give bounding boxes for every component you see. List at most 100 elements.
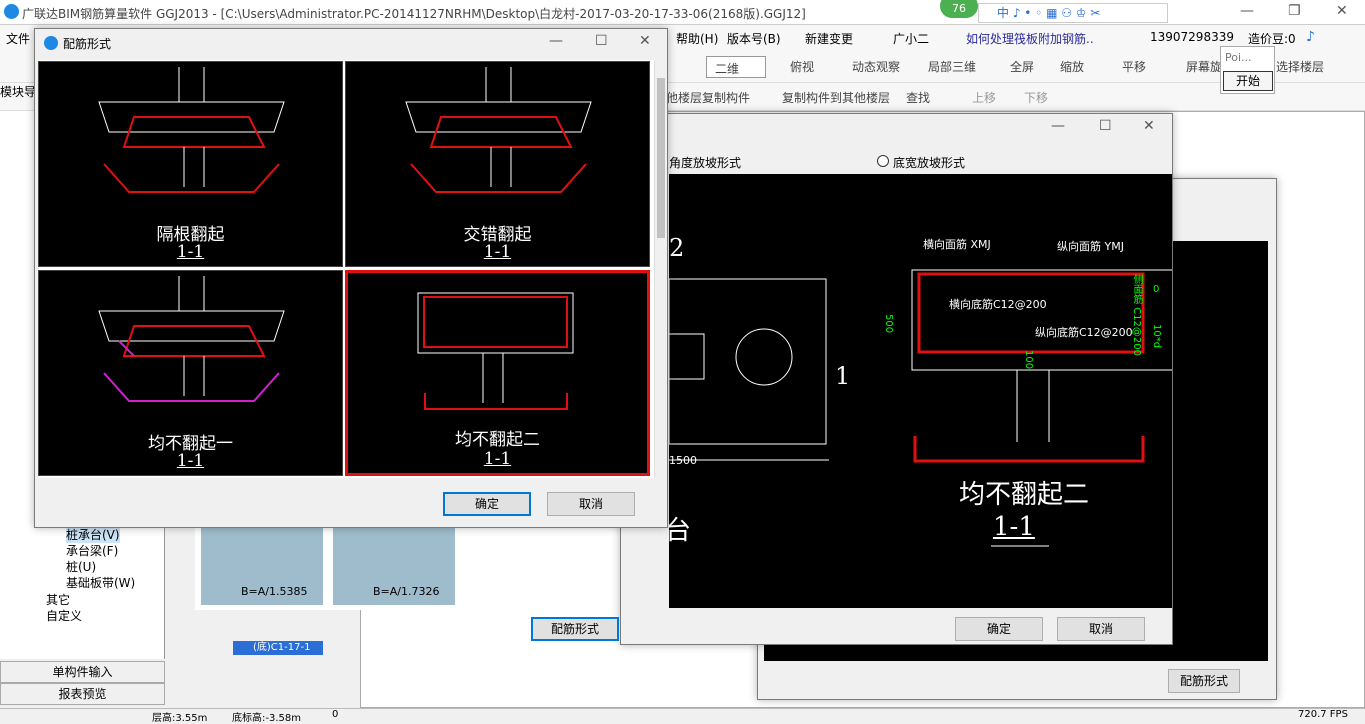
close-icon[interactable]: ✕ xyxy=(1336,3,1348,19)
dialog2-close-icon[interactable]: ✕ xyxy=(1143,118,1155,134)
fullscreen-button[interactable]: 全屏 xyxy=(1010,58,1034,75)
width-slope-radio[interactable] xyxy=(877,155,889,167)
dim-100: 100 xyxy=(1023,350,1034,370)
form-option-no-bend-2[interactable]: 均不翻起二 1-1 xyxy=(345,270,650,476)
dialog2-minimize-icon[interactable]: — xyxy=(1051,118,1065,134)
window-titlebar: 广联达BIM钢筋算量软件 GGJ2013 - [C:\Users\Adminis… xyxy=(0,0,1365,25)
zoom-button[interactable]: 缩放 xyxy=(1060,58,1084,75)
thumb-a-caption: B=A/1.5385 xyxy=(241,585,308,598)
rebar-form-dialog: 配筋形式 — ☐ ✕ 隔根翻起 1-1 交错翻起 1-1 均不翻起一 1-1 均… xyxy=(34,28,668,528)
view-2d-select[interactable]: 二维 xyxy=(706,56,766,78)
restore-icon[interactable]: ❐ xyxy=(1288,3,1301,19)
form-section-2: 1-1 xyxy=(483,242,512,262)
floor-height: 层高:3.55m xyxy=(152,713,208,724)
dialog-title: 配筋形式 xyxy=(63,37,112,51)
slope-cancel-button[interactable]: 取消 xyxy=(1057,617,1145,641)
score-badge[interactable]: 76 xyxy=(940,0,978,18)
local-3d-button[interactable]: 局部三维 xyxy=(928,58,976,75)
width-slope-option[interactable]: 底宽放坡形式 xyxy=(893,154,965,171)
tree-item-custom[interactable]: 自定义 xyxy=(46,607,82,624)
form-drawing-4 xyxy=(417,292,574,410)
slope-ok-button[interactable]: 确定 xyxy=(955,617,1043,641)
form-section-3: 1-1 xyxy=(176,451,205,471)
dialog-minimize-icon[interactable]: — xyxy=(549,33,563,49)
preview-section: 1-1 xyxy=(993,512,1035,542)
single-input-button[interactable]: 单构件输入 xyxy=(0,661,165,683)
label-ymj: 纵向面筋 YMJ xyxy=(1057,240,1124,253)
app-title: 广联达BIM钢筋算量软件 GGJ2013 - [C:\Users\Adminis… xyxy=(22,7,806,21)
shape-thumbnails: B=A/1.5385 B=A/1.7326 xyxy=(195,525,485,610)
tree-item-pile[interactable]: 桩(U) xyxy=(66,558,96,575)
menu-guangxiaoer[interactable]: 广小二 xyxy=(893,30,929,47)
dynamic-view-button[interactable]: 动态观察 xyxy=(852,58,900,75)
menu-new-change[interactable]: 新建变更 xyxy=(805,30,853,47)
slope-cad-preview: 1500 1 2 矩形承台 横向面筋 XMJ 纵向面筋 YMJ 横向底筋C12@… xyxy=(669,174,1172,608)
tree-item-cap-beam[interactable]: 承台梁(F) xyxy=(66,542,118,559)
status-zero: 0 xyxy=(332,709,339,720)
move-down-button[interactable]: 下移 xyxy=(1024,89,1048,106)
dialog-maximize-icon[interactable]: ☐ xyxy=(595,33,608,49)
label-xdj: 横向底筋C12@200 xyxy=(949,298,1047,311)
module-nav-label: 模块导 xyxy=(0,85,37,99)
find-button[interactable]: 查找 xyxy=(906,89,930,106)
thumb-a[interactable]: B=A/1.5385 xyxy=(201,527,323,605)
status-bar: 层高:3.55m 底标高:-3.58m 0 720.7 FPS xyxy=(0,708,1365,724)
form-name-4: 均不翻起二 xyxy=(455,430,540,450)
preview-caption: 均不翻起二 xyxy=(959,480,1090,510)
thumb-b-caption: B=A/1.7326 xyxy=(373,585,440,598)
ime-toolbar[interactable]: 中 ♪ • ◦ ▦ ⚇ ♔ ✂ xyxy=(978,3,1168,23)
dim-500: 500 xyxy=(883,314,894,334)
form-section-4: 1-1 xyxy=(483,449,512,469)
form-option-alternate-bend[interactable]: 隔根翻起 1-1 xyxy=(38,61,343,267)
start-popup: Poi... 开始 xyxy=(1220,46,1275,94)
question-link[interactable]: 如何处理筏板附加钢筋.. xyxy=(966,30,1094,47)
tree-item-others[interactable]: 其它 xyxy=(46,591,70,608)
label-xmj: 横向面筋 XMJ xyxy=(923,238,991,251)
popup-label: Poi... xyxy=(1225,51,1252,64)
rect-cap-label: 矩形承台 xyxy=(669,516,692,546)
tree-item-foundation-strip[interactable]: 基础板带(W) xyxy=(66,574,135,591)
dim-1500: 1500 xyxy=(669,454,697,467)
form-section-1: 1-1 xyxy=(176,242,205,262)
report-preview-button[interactable]: 报表预览 xyxy=(0,683,165,705)
tree-item-pile-cap[interactable]: 桩承台(V) xyxy=(66,526,120,543)
rotate-button[interactable]: 屏幕旋 xyxy=(1186,58,1222,75)
move-up-button[interactable]: 上移 xyxy=(972,89,996,106)
pan-button[interactable]: 平移 xyxy=(1122,58,1146,75)
dialog-logo-icon xyxy=(44,36,58,50)
scrollbar-thumb[interactable] xyxy=(657,78,665,238)
copy-from-floor-button[interactable]: 他楼层复制构件 xyxy=(666,89,750,106)
top-view-button[interactable]: 俯视 xyxy=(790,58,814,75)
angle-slope-option[interactable]: 角度放坡形式 xyxy=(669,154,741,171)
user-phone[interactable]: 13907298339 xyxy=(1150,30,1234,44)
dialog-close-icon[interactable]: ✕ xyxy=(639,33,651,49)
copy-to-floor-button[interactable]: 复制构件到其他楼层 xyxy=(782,89,890,106)
start-button[interactable]: 开始 xyxy=(1223,71,1273,91)
form-option-no-bend-1[interactable]: 均不翻起一 1-1 xyxy=(38,270,343,476)
dialog2-maximize-icon[interactable]: ☐ xyxy=(1099,118,1112,134)
minimize-icon[interactable]: — xyxy=(1240,3,1254,19)
label-side-rebar: 侧面筋 C12@200 xyxy=(1131,274,1142,356)
slope-dialog: — ☐ ✕ 角度放坡形式 底宽放坡形式 1500 1 2 矩形承台 横向面筋 X… xyxy=(531,113,1173,645)
label-ydj: 纵向底筋C12@200 xyxy=(1035,326,1133,339)
thumb-b[interactable]: B=A/1.7326 xyxy=(333,527,455,605)
back-rebar-form-button[interactable]: 配筋形式 xyxy=(1168,669,1240,693)
dim-10d: 10*d xyxy=(1151,324,1162,349)
selected-component-tag[interactable]: (底)C1-17-1 xyxy=(233,641,323,655)
bell-icon[interactable]: ♪ xyxy=(1306,29,1315,45)
dim-0: 0 xyxy=(1153,284,1160,295)
menu-help[interactable]: 帮助(H) xyxy=(676,30,718,47)
form-option-staggered-bend[interactable]: 交错翻起 1-1 xyxy=(345,61,650,267)
form-drawing-1 xyxy=(98,67,285,193)
cancel-button[interactable]: 取消 xyxy=(547,492,635,516)
section-mark-2: 2 xyxy=(669,234,685,262)
menu-version[interactable]: 版本号(B) xyxy=(727,30,781,47)
coin-count: 造价豆:0 xyxy=(1248,32,1296,46)
menu-file[interactable]: 文件 xyxy=(6,30,30,47)
select-floor-button[interactable]: 选择楼层 xyxy=(1276,58,1324,75)
grid-scrollbar[interactable] xyxy=(654,60,667,478)
slope-rebar-form-button[interactable]: 配筋形式 xyxy=(531,617,619,641)
rebar-form-grid: 隔根翻起 1-1 交错翻起 1-1 均不翻起一 1-1 均不翻起二 1-1 xyxy=(38,60,654,478)
ok-button[interactable]: 确定 xyxy=(443,492,531,516)
app-logo-icon xyxy=(4,4,19,19)
